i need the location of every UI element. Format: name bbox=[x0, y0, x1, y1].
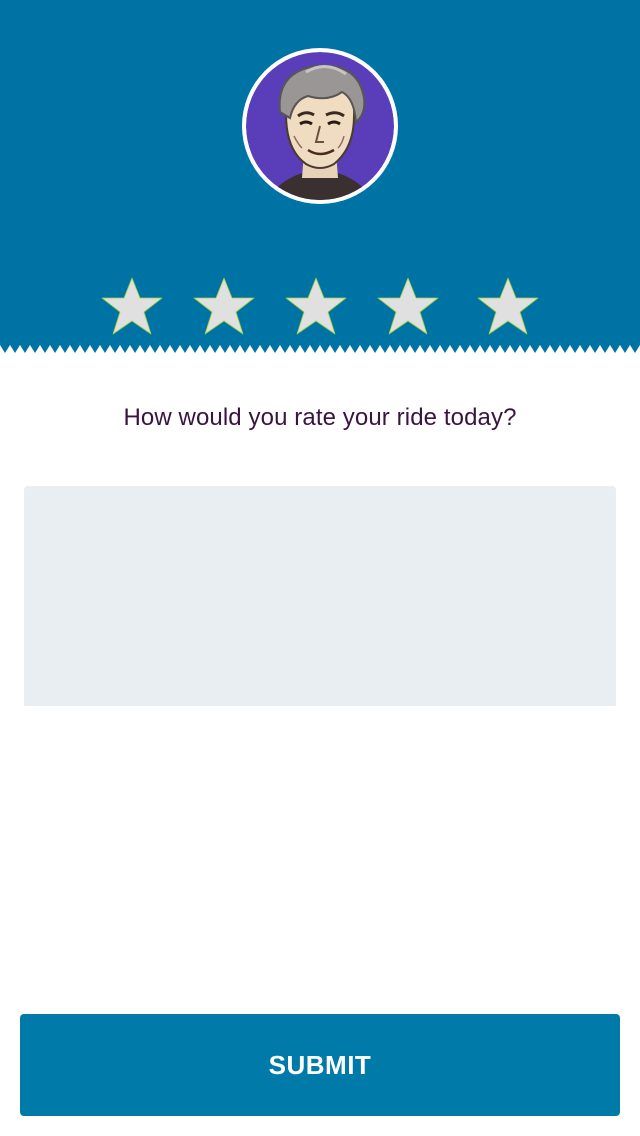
star-5-button[interactable] bbox=[476, 274, 540, 338]
submit-button[interactable]: SUBMIT bbox=[20, 1014, 620, 1116]
header-zigzag-edge bbox=[0, 343, 640, 353]
comment-field[interactable] bbox=[24, 486, 616, 706]
driver-avatar-icon bbox=[246, 52, 394, 200]
star-1-button[interactable] bbox=[100, 274, 164, 338]
rating-prompt: How would you rate your ride today? bbox=[123, 404, 517, 431]
star-icon bbox=[193, 277, 255, 335]
star-icon bbox=[101, 277, 163, 335]
star-rating bbox=[0, 274, 640, 338]
star-3-button[interactable] bbox=[284, 274, 348, 338]
star-icon bbox=[285, 277, 347, 335]
star-2-button[interactable] bbox=[192, 274, 256, 338]
star-4-button[interactable] bbox=[376, 274, 440, 338]
star-icon bbox=[477, 277, 539, 335]
header-banner bbox=[0, 0, 640, 345]
driver-avatar bbox=[242, 48, 398, 204]
star-icon bbox=[377, 277, 439, 335]
